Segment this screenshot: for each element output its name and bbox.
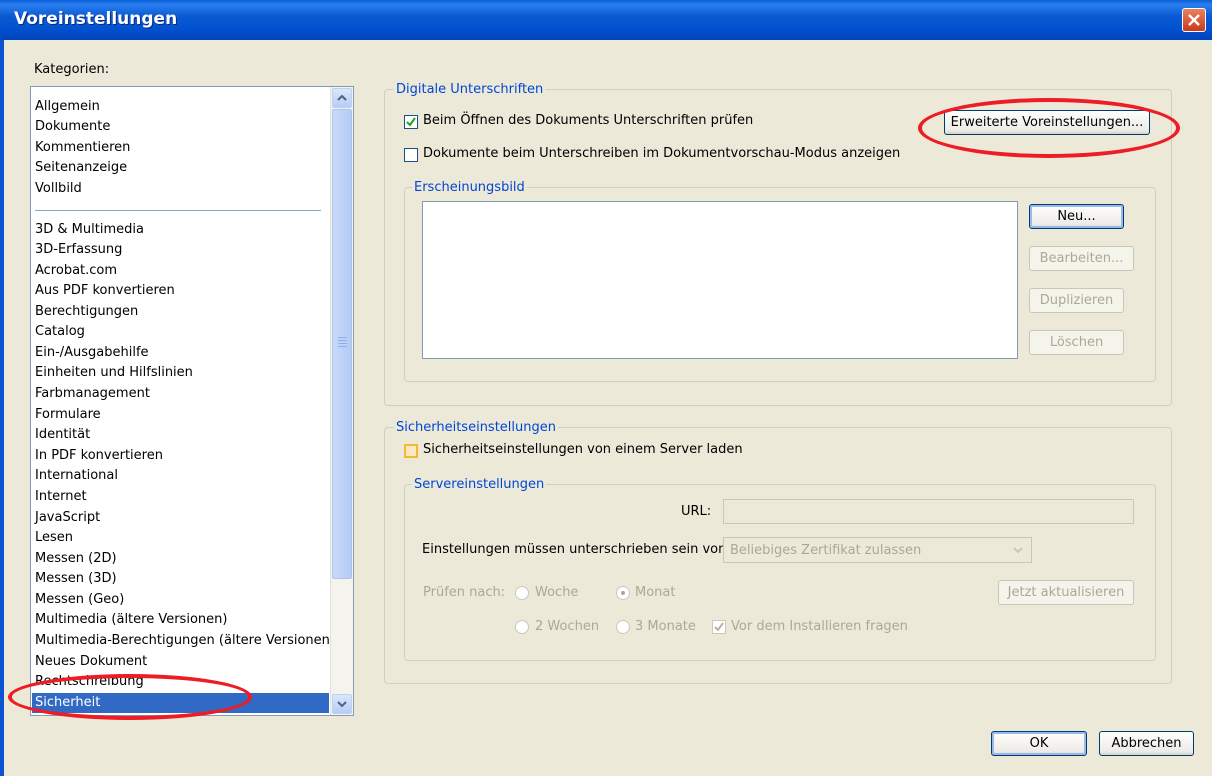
radio-three-months[interactable] <box>616 620 630 634</box>
radio-two-weeks[interactable] <box>515 620 529 634</box>
radio-dot <box>621 591 625 595</box>
list-item[interactable]: Identität <box>35 425 90 445</box>
duplicate-button[interactable]: Duplizieren <box>1029 288 1124 313</box>
ask-before-install-checkbox[interactable] <box>712 620 726 634</box>
radio-week-label: Woche <box>535 585 579 600</box>
advanced-preferences-button[interactable]: Erweiterte Voreinstellungen... <box>944 110 1150 135</box>
scroll-grip <box>338 343 347 344</box>
categories-label: Kategorien: <box>34 62 110 77</box>
scroll-thumb[interactable] <box>332 109 352 579</box>
list-item[interactable]: Internet <box>35 487 87 507</box>
window-title: Voreinstellungen <box>14 9 178 29</box>
list-item[interactable]: Vollbild <box>35 179 82 199</box>
preview-mode-checkbox[interactable] <box>404 148 418 162</box>
list-item[interactable]: Messen (2D) <box>35 549 117 569</box>
checkmark-icon <box>714 622 724 632</box>
list-item[interactable]: Messen (Geo) <box>35 590 124 610</box>
verify-on-open-label: Beim Öffnen des Dokuments Unterschriften… <box>423 113 754 128</box>
list-item[interactable]: Rechtschreibung <box>35 672 144 692</box>
list-item[interactable]: Ein-/Ausgabehilfe <box>35 343 149 363</box>
list-item[interactable]: 3D & Multimedia <box>35 220 144 240</box>
list-item-selected[interactable]: Sicherheit <box>32 693 329 713</box>
update-now-button[interactable]: Jetzt aktualisieren <box>998 580 1134 605</box>
signed-by-label: Einstellungen müssen unterschrieben sein… <box>422 542 731 557</box>
list-item[interactable]: Kommentieren <box>35 138 130 158</box>
categories-list[interactable]: Allgemein Dokumente Kommentieren Seitena… <box>30 86 354 716</box>
list-item[interactable]: Seitenanzeige <box>35 158 127 178</box>
scroll-grip <box>338 346 347 347</box>
list-separator <box>35 210 321 211</box>
signed-by-select[interactable]: Beliebiges Zertifikat zulassen <box>723 537 1032 563</box>
window-frame-left <box>0 40 4 776</box>
ask-before-install-label: Vor dem Installieren fragen <box>731 619 908 634</box>
check-every-label: Prüfen nach: <box>423 585 506 600</box>
list-item[interactable]: Allgemein <box>35 97 100 117</box>
list-item[interactable]: Einheiten und Hilfslinien <box>35 363 193 383</box>
radio-two-weeks-label: 2 Wochen <box>535 619 600 634</box>
verify-on-open-checkbox[interactable] <box>404 115 418 129</box>
list-item[interactable]: 3D-Erfassung <box>35 240 122 260</box>
scroll-down-button[interactable] <box>332 694 352 714</box>
list-item[interactable]: JavaScript <box>35 508 100 528</box>
security-settings-title: Sicherheitseinstellungen <box>394 420 558 435</box>
preferences-dialog: Voreinstellungen Kategorien: Allgemein D… <box>0 0 1212 776</box>
list-item[interactable]: Farbmanagement <box>35 384 150 404</box>
digital-signatures-title: Digitale Unterschriften <box>394 82 546 97</box>
new-button[interactable]: Neu... <box>1029 204 1124 229</box>
url-field[interactable] <box>723 499 1134 524</box>
chevron-down-icon <box>1013 547 1023 554</box>
list-item[interactable]: Multimedia (ältere Versionen) <box>35 610 227 630</box>
signed-by-value: Beliebiges Zertifikat zulassen <box>730 543 922 558</box>
radio-month[interactable] <box>616 586 630 600</box>
load-from-server-checkbox[interactable] <box>404 444 418 458</box>
radio-month-label: Monat <box>635 585 676 600</box>
delete-button[interactable]: Löschen <box>1029 330 1124 355</box>
list-item[interactable]: Berechtigungen <box>35 302 138 322</box>
scroll-up-button[interactable] <box>332 88 352 108</box>
list-item[interactable]: Lesen <box>35 528 73 548</box>
categories-scrollbar[interactable] <box>330 87 353 715</box>
edit-button[interactable]: Bearbeiten... <box>1029 246 1134 271</box>
list-item[interactable]: International <box>35 466 118 486</box>
list-item[interactable]: Acrobat.com <box>35 261 117 281</box>
checkmark-icon <box>406 117 416 127</box>
chevron-up-icon <box>337 94 347 101</box>
cancel-button[interactable]: Abbrechen <box>1099 731 1194 756</box>
radio-week[interactable] <box>515 586 529 600</box>
radio-three-months-label: 3 Monate <box>635 619 696 634</box>
server-settings-title: Servereinstellungen <box>412 477 547 492</box>
close-icon <box>1188 14 1200 26</box>
close-button[interactable] <box>1182 8 1206 32</box>
title-bar[interactable]: Voreinstellungen <box>0 0 1212 40</box>
list-item[interactable]: Formulare <box>35 405 101 425</box>
list-item[interactable]: Catalog <box>35 322 85 342</box>
list-item[interactable]: Messen (3D) <box>35 569 117 589</box>
list-item[interactable]: Neues Dokument <box>35 652 147 672</box>
list-item[interactable]: Multimedia-Berechtigungen (ältere Versio… <box>35 631 335 651</box>
list-item[interactable]: In PDF konvertieren <box>35 446 163 466</box>
scroll-grip <box>338 337 347 338</box>
ok-button[interactable]: OK <box>991 731 1087 756</box>
list-item[interactable]: Aus PDF konvertieren <box>35 281 175 301</box>
appearance-list[interactable] <box>422 201 1018 359</box>
list-item[interactable]: Dokumente <box>35 117 110 137</box>
scroll-grip <box>338 340 347 341</box>
preview-mode-label: Dokumente beim Unterschreiben im Dokumen… <box>423 146 901 161</box>
appearance-title: Erscheinungsbild <box>412 180 527 195</box>
chevron-down-icon <box>337 701 347 708</box>
url-label: URL: <box>681 504 712 519</box>
load-from-server-label: Sicherheitseinstellungen von einem Serve… <box>423 442 743 457</box>
